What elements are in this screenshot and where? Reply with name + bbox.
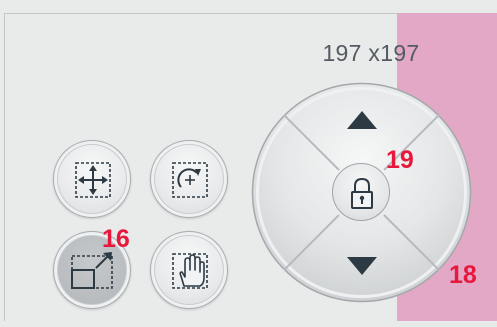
triangle-up-icon — [347, 111, 377, 129]
callout-16: 16 — [102, 225, 130, 253]
rotate-icon — [172, 162, 208, 198]
control-panel: 197 x197 16 19 18 — [0, 0, 497, 327]
move-arrows-icon — [75, 162, 111, 198]
up-arrow-button[interactable] — [336, 103, 388, 143]
callout-19: 19 — [386, 146, 414, 174]
direction-pad — [250, 81, 473, 304]
dimension-label: 197 x197 — [322, 40, 420, 66]
pan-button[interactable] — [150, 231, 228, 309]
down-arrow-button[interactable] — [336, 245, 388, 285]
lock-button[interactable] — [332, 163, 390, 221]
rotate-button[interactable] — [150, 140, 228, 218]
lock-icon — [351, 177, 373, 209]
hand-icon — [172, 253, 208, 289]
triangle-down-icon — [347, 257, 377, 275]
callout-18: 18 — [449, 261, 477, 289]
move-button[interactable] — [53, 140, 131, 218]
